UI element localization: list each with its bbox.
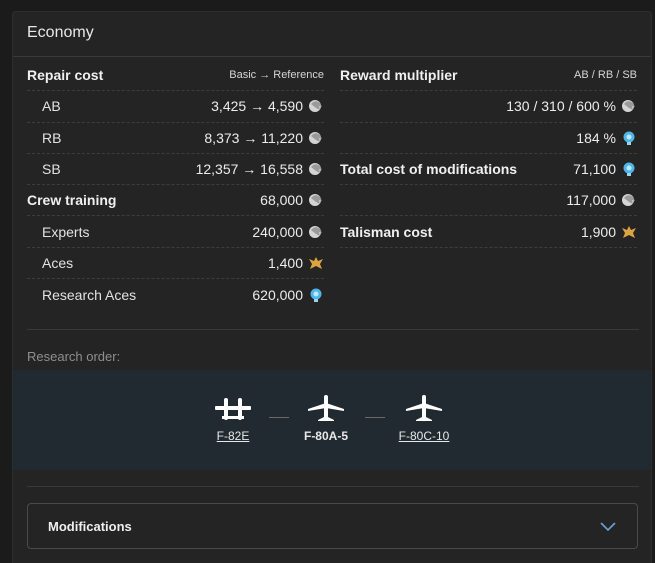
crew-row-value: 1,400: [267, 254, 303, 271]
repair-row-value: 8,373 → 11,220: [204, 129, 303, 146]
repair-row-label: SB: [42, 161, 61, 178]
panel-title: Economy: [27, 24, 94, 41]
repair-cost-title: Repair cost: [27, 67, 104, 84]
modifications-cost-header: Total cost of modifications 71,100: [340, 154, 637, 186]
jet-plane-icon: [406, 395, 442, 421]
silver-lion-icon: [622, 100, 635, 113]
silver-lion-icon: [309, 194, 322, 207]
title-divider: [13, 56, 651, 57]
reward-multiplier-hint: AB / RB / SB: [574, 69, 637, 82]
crew-row-label: Research Aces: [42, 286, 137, 303]
silver-lion-icon: [622, 194, 635, 207]
reward-row-value: 130 / 310 / 600 %: [506, 98, 616, 115]
silver-lion-icon: [309, 100, 322, 113]
modifications-cost-lions-row: 117,000: [340, 185, 637, 217]
modifications-label: Modifications: [48, 518, 132, 534]
research-bulb-icon: [623, 162, 635, 177]
golden-eagle-icon: [622, 225, 636, 238]
repair-row-label: RB: [42, 129, 62, 146]
crew-training-title: Crew training: [27, 192, 117, 209]
modifications-cost-value: 71,100: [573, 161, 616, 178]
silver-lion-icon: [309, 225, 322, 238]
repair-row-value: 12,357 → 16,558: [195, 161, 303, 178]
crew-row-experts: Experts 240,000: [27, 216, 324, 248]
crew-training-header: Crew training 68,000: [27, 185, 324, 217]
research-plane-name: F-80A-5: [303, 429, 348, 443]
crew-row-label: Aces: [42, 254, 74, 271]
research-bulb-icon: [623, 131, 635, 145]
research-plane-f82e[interactable]: F-82E: [203, 394, 263, 443]
crew-row-aces: Aces 1,400: [27, 248, 324, 280]
reward-row-value: 184 %: [576, 129, 616, 146]
silver-lion-icon: [309, 163, 322, 176]
section-divider: [27, 486, 639, 487]
modifications-dropdown[interactable]: Modifications: [27, 503, 638, 549]
research-connector: [365, 417, 385, 418]
repair-row-rb: RB 8,373 → 11,220: [27, 123, 324, 154]
crew-training-value: 68,000: [260, 192, 303, 209]
modifications-cost-title: Total cost of modifications: [340, 161, 518, 178]
research-bulb-icon: [310, 288, 322, 302]
repair-cost-hint: Basic → Reference: [229, 69, 324, 82]
repair-row-sb: SB 12,357 → 16,558: [27, 154, 324, 186]
reward-row-lions: 130 / 310 / 600 %: [340, 91, 637, 123]
right-column: Reward multiplier AB / RB / SB 130 / 310…: [340, 60, 637, 248]
talisman-cost-title: Talisman cost: [340, 223, 433, 240]
talisman-cost-value: 1,900: [580, 223, 616, 240]
left-column: Repair cost Basic → Reference AB 3,425 →…: [27, 60, 324, 310]
jet-plane-icon: [308, 395, 344, 421]
section-divider: [27, 329, 639, 330]
chevron-down-icon: [600, 522, 616, 532]
twin-boom-plane-icon: [215, 398, 251, 420]
reward-multiplier-header: Reward multiplier AB / RB / SB: [340, 60, 637, 92]
economy-panel: Economy Repair cost Basic → Reference AB…: [12, 11, 652, 563]
research-connector: [269, 417, 289, 418]
modifications-cost-lions-value: 117,000: [566, 192, 616, 209]
research-plane-f80c10[interactable]: F-80C-10: [394, 394, 454, 443]
crew-row-label: Experts: [42, 223, 90, 240]
silver-lion-icon: [309, 131, 322, 144]
crew-row-value: 240,000: [252, 223, 303, 240]
repair-row-value: 3,425 → 4,590: [211, 98, 303, 115]
crew-row-value: 620,000: [252, 286, 303, 303]
research-order-label: Research order:: [27, 349, 121, 364]
research-order-band: F-82E F-80A-5 F-80C-10: [13, 370, 651, 470]
reward-row-research: 184 %: [340, 123, 637, 154]
research-plane-name[interactable]: F-82E: [203, 429, 263, 443]
repair-cost-header: Repair cost Basic → Reference: [27, 60, 324, 92]
research-plane-name[interactable]: F-80C-10: [394, 429, 454, 443]
reward-multiplier-title: Reward multiplier: [340, 67, 458, 84]
research-plane-f80a5: F-80A-5: [296, 394, 356, 443]
golden-eagle-icon: [309, 256, 323, 269]
repair-row-label: AB: [42, 98, 61, 115]
repair-row-ab: AB 3,425 → 4,590: [27, 91, 324, 123]
talisman-cost-row: Talisman cost 1,900: [340, 216, 637, 248]
crew-row-research-aces: Research Aces 620,000: [27, 279, 324, 310]
